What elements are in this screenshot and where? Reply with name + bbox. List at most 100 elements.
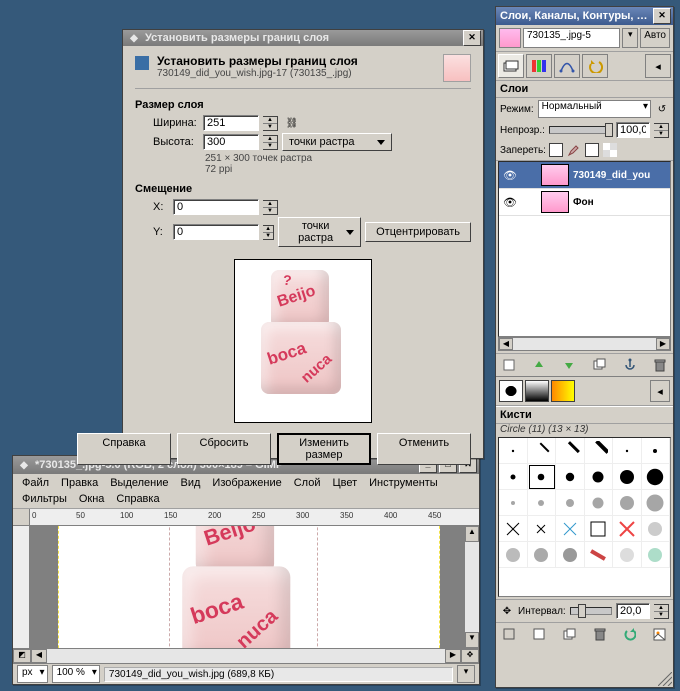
brush-cell[interactable] [613,438,642,464]
canvas-area[interactable]: ? Beijo boca nuca [30,526,464,648]
brush-cell[interactable] [528,490,557,516]
tab-patterns[interactable] [525,380,549,402]
delete-layer-icon[interactable] [651,356,669,374]
image-selector-name[interactable]: 730135_.jpg-5 [523,28,620,48]
spacing-input[interactable] [616,603,650,619]
mode-select[interactable]: Нормальный [538,100,651,118]
duplicate-brush-icon[interactable] [560,625,578,643]
lock-alpha-checkbox[interactable] [585,143,599,157]
brush-cell[interactable] [556,438,585,464]
menu-tools[interactable]: Инструменты [364,476,443,490]
scroll-up-icon[interactable]: ▲ [465,526,479,542]
x-input[interactable] [173,199,259,215]
brush-cell[interactable] [499,490,528,516]
new-brush-icon[interactable] [530,625,548,643]
cancel-button[interactable]: Отменить [377,433,471,465]
brush-cell[interactable] [585,438,614,464]
dock-titlebar[interactable]: Слои, Каналы, Контуры, Отмен… ✕ [496,7,673,25]
brush-cell[interactable] [642,464,671,490]
close-icon[interactable]: ✕ [463,30,481,46]
raise-layer-icon[interactable] [530,356,548,374]
layer-name[interactable]: Фон [573,197,668,208]
scroll-left-icon[interactable]: ◀ [31,649,47,663]
eye-icon[interactable]: 👁 [501,196,519,209]
brush-cell[interactable] [585,516,614,542]
size-units-select[interactable]: точки растра [282,133,392,151]
tab-gradients[interactable] [551,380,575,402]
edit-brush-icon[interactable] [500,625,518,643]
brush-cell[interactable] [528,516,557,542]
brush-cell[interactable] [556,516,585,542]
width-spinner[interactable]: ▲▼ [263,116,278,131]
layer-row[interactable]: 👁730149_did_you [499,162,670,189]
duplicate-layer-icon[interactable] [591,356,609,374]
refresh-brush-icon[interactable] [621,625,639,643]
layers-hscroll[interactable]: ◀▶ [498,337,671,351]
brush-cell[interactable] [642,490,671,516]
nav-icon[interactable]: ✥ [461,649,479,663]
y-input[interactable] [173,224,259,240]
quickmask-icon[interactable]: ◩ [13,649,31,663]
menu-filters[interactable]: Фильтры [17,492,72,506]
height-input[interactable] [203,134,259,150]
tab-menu-icon[interactable]: ◂ [645,54,671,78]
x-spinner[interactable]: ▲▼ [263,200,278,215]
resize-grip-icon[interactable] [658,672,672,686]
ruler-corner[interactable] [13,509,30,525]
scroll-right-icon[interactable]: ▶ [445,649,461,663]
menu-help[interactable]: Справка [111,492,164,506]
height-spinner[interactable]: ▲▼ [263,135,278,150]
width-input[interactable] [203,115,259,131]
brush-cell[interactable] [556,542,585,568]
brush-cell[interactable] [556,464,585,490]
brush-cell[interactable] [613,516,642,542]
tab-paths[interactable] [554,54,580,78]
delete-brush-icon[interactable] [591,625,609,643]
brush-cell[interactable] [585,490,614,516]
layer-name[interactable]: 730149_did_you [573,170,668,181]
menu-colors[interactable]: Цвет [327,476,362,490]
open-as-image-icon[interactable] [651,625,669,643]
brush-cell[interactable] [499,516,528,542]
opacity-slider[interactable] [549,126,612,134]
y-spinner[interactable]: ▲▼ [263,225,274,240]
brush-cell[interactable] [613,490,642,516]
dialog-titlebar[interactable]: ◆ Установить размеры границ слоя ✕ [123,30,483,46]
lower-layer-icon[interactable] [560,356,578,374]
brush-cell[interactable] [642,516,671,542]
reset-button[interactable]: Сбросить [177,433,271,465]
brush-cell[interactable] [642,542,671,568]
brush-cell[interactable] [585,464,614,490]
tab-undo[interactable] [582,54,608,78]
menu-image[interactable]: Изображение [207,476,286,490]
cancel-op-icon[interactable]: ▾ [457,665,475,683]
brush-cell[interactable] [642,438,671,464]
tab-brushes[interactable] [499,380,523,402]
menu-edit[interactable]: Правка [56,476,103,490]
brush-reload-icon[interactable]: ✥ [500,606,514,617]
auto-button[interactable]: Авто [640,28,670,48]
chevron-down-icon[interactable]: ▾ [622,28,638,48]
mode-reset-icon[interactable]: ↺ [655,104,669,115]
menu-view[interactable]: Вид [176,476,206,490]
opacity-spinner[interactable]: ▲▼ [654,123,669,138]
menu-windows[interactable]: Окна [74,492,110,506]
tab-channels[interactable] [526,54,552,78]
image-selector-thumb[interactable] [499,28,521,48]
scroll-down-icon[interactable]: ▼ [465,632,479,648]
spacing-spinner[interactable]: ▲▼ [654,604,669,619]
status-zoom-select[interactable]: 100 % [52,665,100,683]
brush-cell[interactable] [613,464,642,490]
scrollbar-vertical[interactable]: ▲ ▼ [464,526,479,648]
layer-row[interactable]: 👁 Фон [499,189,670,216]
scrollbar-horizontal[interactable]: ◩ ◀ ▶ ✥ [13,648,479,663]
menu-select[interactable]: Выделение [105,476,173,490]
brush-cell[interactable] [613,542,642,568]
menu-layer[interactable]: Слой [289,476,326,490]
brush-cell[interactable] [528,542,557,568]
brush-cell[interactable] [528,464,557,490]
lock-pixels-checkbox[interactable] [549,143,563,157]
canvas[interactable]: ? Beijo boca nuca [58,526,440,648]
help-button[interactable]: Справка [77,433,171,465]
opacity-input[interactable] [616,122,650,138]
